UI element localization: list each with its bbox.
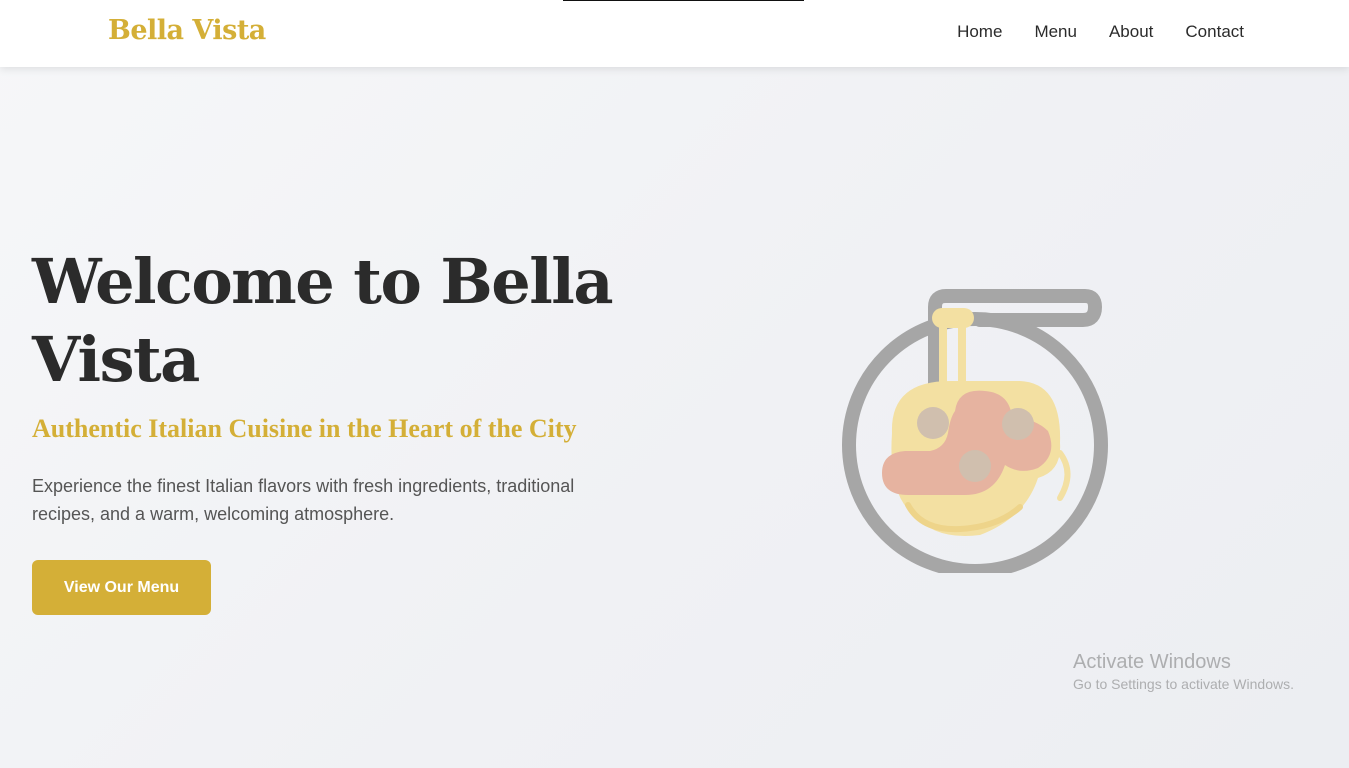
nav-about-link[interactable]: About [1109, 22, 1153, 42]
meatball [917, 407, 949, 439]
top-edge-line [563, 0, 804, 1]
watermark-title: Activate Windows [1073, 651, 1231, 673]
nav-contact-link[interactable]: Contact [1185, 22, 1244, 42]
pasta-strand [1057, 450, 1071, 501]
windows-activation-watermark: Activate Windows Go to Settings to activ… [1073, 650, 1294, 694]
main-nav: Home Menu About Contact [957, 22, 1244, 42]
hero-description: Experience the finest Italian flavors wi… [32, 476, 575, 524]
spaghetti-bowl-icon [830, 283, 1120, 578]
view-menu-button[interactable]: View Our Menu [32, 560, 211, 615]
nav-home-link[interactable]: Home [957, 22, 1002, 42]
spaghetti-bowl-svg [842, 289, 1108, 578]
hero-title: Welcome to Bella Vista [32, 245, 614, 396]
site-header: Bella Vista Home Menu About Contact [0, 0, 1349, 67]
fork-head [932, 308, 974, 328]
meatball [1002, 408, 1034, 440]
watermark-subtitle: Go to Settings to activate Windows. [1073, 676, 1294, 692]
hero-subtitle: Authentic Italian Cuisine in the Heart o… [32, 414, 577, 443]
logo[interactable]: Bella Vista [108, 15, 266, 46]
nav-menu-link[interactable]: Menu [1034, 22, 1077, 42]
meatball [959, 450, 991, 482]
